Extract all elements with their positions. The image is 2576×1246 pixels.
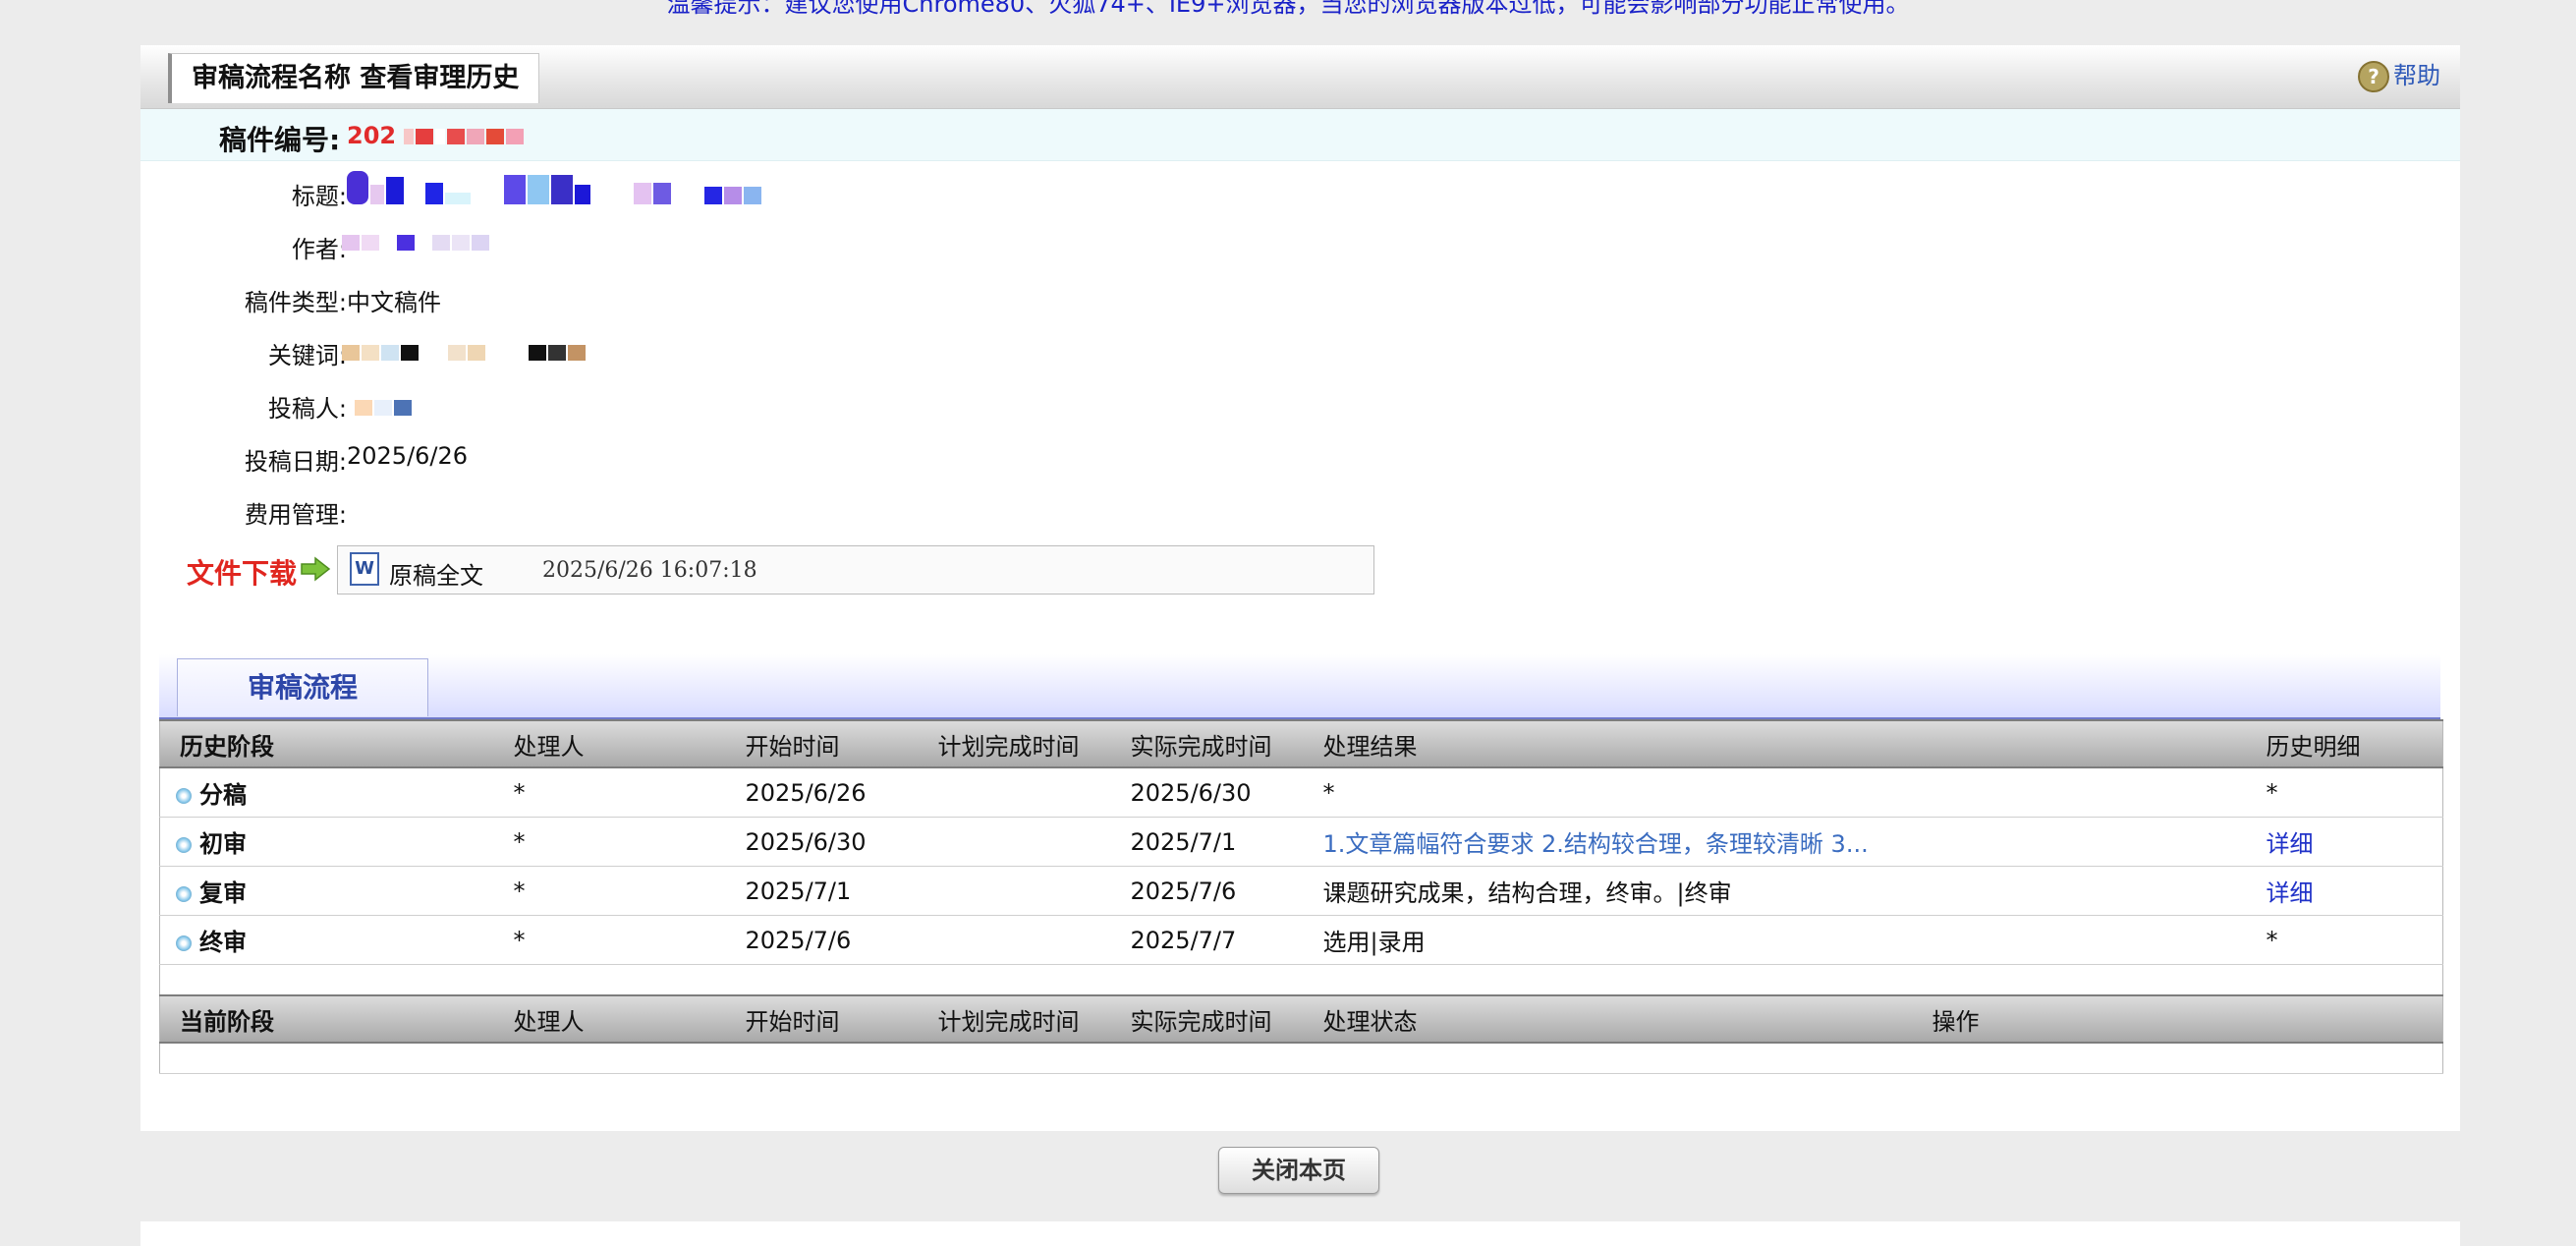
start-time: 2025/6/30: [725, 817, 919, 867]
submitter-value-redacted: [355, 393, 414, 422]
col-status: 处理状态: [1303, 994, 1913, 1044]
actual-time: 2025/7/6: [1110, 866, 1304, 916]
col-history-detail: 历史明细: [2246, 719, 2443, 768]
title-bar: 审稿流程名称 查看审理历史 ? 帮助: [140, 45, 2460, 109]
col-current-stage: 当前阶段: [159, 994, 494, 1044]
detail-link[interactable]: 详细: [2246, 817, 2443, 867]
current-table: 当前阶段 处理人 开始时间 计划完成时间 实际完成时间 处理状态 操作: [159, 994, 2443, 1074]
empty-row: [159, 1043, 2443, 1074]
col-result: 处理结果: [1303, 719, 2247, 768]
col-planned: 计划完成时间: [918, 719, 1111, 768]
table-row: 初审 * 2025/6/30 2025/7/1 1.文章篇幅符合要求 2.结构较…: [159, 817, 2443, 867]
manuscript-id-value: 202: [347, 122, 526, 150]
result: 课题研究成果，结构合理，终审。|终审: [1303, 866, 2247, 916]
arrow-right-icon: [301, 556, 331, 582]
col-planned: 计划完成时间: [918, 994, 1111, 1044]
result: *: [1303, 767, 2247, 818]
submitter-label: 投稿人:: [267, 395, 347, 423]
bullet-icon: [176, 886, 192, 902]
tab-review-flow[interactable]: 审稿流程: [177, 658, 428, 716]
flow-section-header: 审稿流程: [159, 654, 2440, 719]
type-label: 稿件类型:: [244, 289, 347, 316]
date-label: 投稿日期:: [244, 448, 347, 476]
redacted-id: [404, 123, 526, 150]
detail-link[interactable]: 详细: [2246, 866, 2443, 916]
col-handler: 处理人: [493, 994, 726, 1044]
manuscript-id-label: 稿件编号:: [219, 124, 341, 156]
download-file-time: 2025/6/26 16:07:18: [542, 558, 757, 583]
handler: *: [493, 817, 726, 867]
main-panel: 审稿流程名称 查看审理历史 ? 帮助 稿件编号: 202 标题: 作者: 稿件类型…: [140, 45, 2460, 1246]
help-icon: ?: [2358, 61, 2389, 92]
result-link[interactable]: 1.文章篇幅符合要求 2.结构较合理，条理较清晰 3...: [1303, 817, 2247, 867]
help-label: 帮助: [2393, 62, 2440, 89]
result: 选用|录用: [1303, 915, 2247, 965]
bullet-icon: [176, 935, 192, 951]
keywords-label: 关键词:: [267, 342, 347, 369]
detail: *: [2246, 915, 2443, 965]
planned-time: [918, 817, 1111, 867]
actual-time: 2025/6/30: [1110, 767, 1304, 818]
stage-name: 终审: [199, 929, 247, 956]
planned-time: [918, 915, 1111, 965]
start-time: 2025/7/1: [725, 866, 919, 916]
col-start: 开始时间: [725, 994, 919, 1044]
download-label: 文件下载: [187, 557, 298, 590]
col-actual: 实际完成时间: [1110, 719, 1304, 768]
start-time: 2025/7/6: [725, 915, 919, 965]
history-header-row: 历史阶段 处理人 开始时间 计划完成时间 实际完成时间 处理结果 历史明细: [159, 719, 2443, 768]
handler: *: [493, 915, 726, 965]
start-time: 2025/6/26: [725, 767, 919, 818]
download-file-row[interactable]: W 原稿全文 2025/6/26 16:07:18: [337, 545, 1374, 595]
col-actual: 实际完成时间: [1110, 994, 1304, 1044]
table-row: 复审 * 2025/7/1 2025/7/6 课题研究成果，结构合理，终审。|终…: [159, 866, 2443, 916]
title-label: 标题:: [291, 183, 347, 210]
actual-time: 2025/7/7: [1110, 915, 1304, 965]
manuscript-id-visible: 202: [347, 122, 397, 149]
type-value: 中文稿件: [347, 289, 441, 316]
close-page-button[interactable]: 关闭本页: [1218, 1147, 1379, 1194]
stage-name: 初审: [199, 830, 247, 858]
bullet-icon: [176, 837, 192, 853]
date-value: 2025/6/26: [347, 442, 469, 470]
table-row: 终审 * 2025/7/6 2025/7/7 选用|录用 *: [159, 915, 2443, 965]
help-link[interactable]: ? 帮助: [2358, 59, 2440, 92]
fee-label: 费用管理:: [244, 501, 347, 529]
col-history-stage: 历史阶段: [159, 719, 494, 768]
keywords-value-redacted: [342, 338, 588, 367]
title-value-redacted: [347, 171, 763, 210]
word-doc-icon: W: [350, 552, 379, 586]
col-operation: 操作: [1912, 994, 2443, 1044]
bottom-bar: 关闭本页: [140, 1131, 2460, 1221]
browser-notice: 温馨提示：建议您使用Chrome80、火狐74+、IE9+浏览器，当您的浏览器版…: [666, 0, 1910, 18]
stage-name: 复审: [199, 879, 247, 907]
actual-time: 2025/7/1: [1110, 817, 1304, 867]
col-start: 开始时间: [725, 719, 919, 768]
current-header-row: 当前阶段 处理人 开始时间 计划完成时间 实际完成时间 处理状态 操作: [159, 994, 2443, 1044]
stage-name: 分稿: [199, 781, 247, 809]
bullet-icon: [176, 788, 192, 804]
handler: *: [493, 767, 726, 818]
manuscript-id-row: 稿件编号: 202: [140, 109, 2460, 161]
planned-time: [918, 866, 1111, 916]
page-title: 审稿流程名称 查看审理历史: [168, 53, 540, 103]
handler: *: [493, 866, 726, 916]
table-row: 分稿 * 2025/6/26 2025/6/30 * *: [159, 767, 2443, 818]
author-label: 作者:: [291, 236, 347, 263]
spacer-row: [159, 964, 2443, 995]
col-handler: 处理人: [493, 719, 726, 768]
planned-time: [918, 767, 1111, 818]
author-value-redacted: [342, 228, 491, 256]
detail: *: [2246, 767, 2443, 818]
history-table: 历史阶段 处理人 开始时间 计划完成时间 实际完成时间 处理结果 历史明细 分稿…: [159, 719, 2443, 995]
download-file-name[interactable]: 原稿全文: [389, 556, 483, 591]
